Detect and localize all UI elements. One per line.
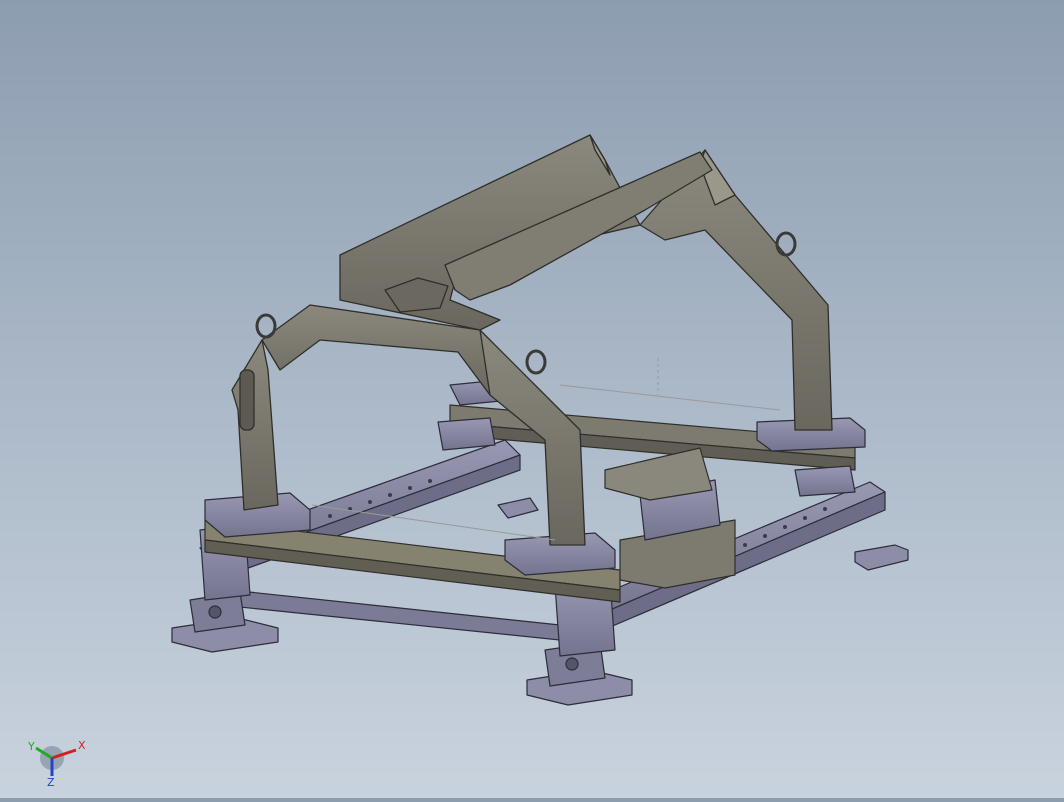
z-axis-label: Z <box>47 776 55 788</box>
support-block-rightfront <box>794 465 856 497</box>
support-block-mid <box>437 417 496 451</box>
y-axis-label: Y <box>27 740 35 753</box>
view-triad[interactable]: X Y Z <box>26 736 96 789</box>
base-cross-beam <box>229 589 561 641</box>
lifting-ring-center <box>525 349 547 375</box>
lifting-ring-right <box>775 231 797 257</box>
foot-right <box>854 544 909 571</box>
center-clamp <box>604 447 713 501</box>
foot-back <box>497 497 539 519</box>
lifting-ring-left <box>255 313 277 339</box>
x-axis-label: X <box>78 739 86 752</box>
assembly-model[interactable] <box>0 0 1064 798</box>
front-arch-left-leg <box>231 339 279 511</box>
gantry-frame <box>231 134 833 546</box>
3d-viewport[interactable]: X Y Z <box>0 0 1064 798</box>
